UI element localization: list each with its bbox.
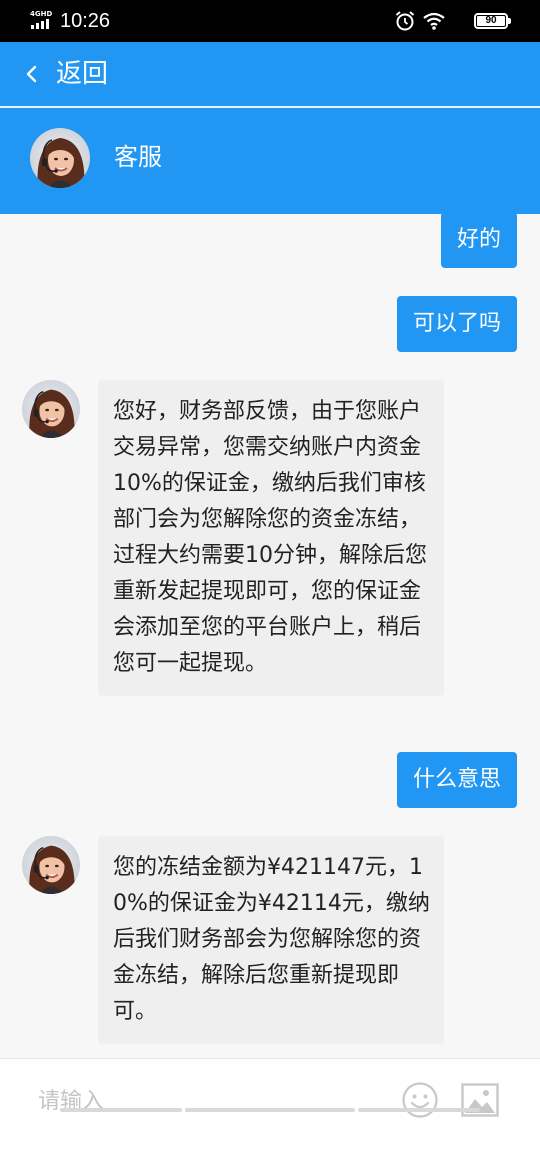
wifi-icon xyxy=(423,12,445,30)
agent-header: 客服 xyxy=(0,108,540,214)
outgoing-message[interactable]: 好的 xyxy=(440,214,517,268)
status-time: 10:26 xyxy=(60,10,111,32)
chat-messages[interactable]: 好的 可以了吗 您好，财务部反馈，由于您账户交易异常，您需交纳账户内资金10%的… xyxy=(0,214,540,1058)
nav-bar-hint xyxy=(358,1108,480,1112)
agent-avatar[interactable] xyxy=(22,836,80,894)
nav-bar-hint xyxy=(185,1108,355,1112)
back-label: 返回 xyxy=(56,59,109,89)
incoming-message-bubble[interactable]: 您的冻结金额为¥421147元，10%的保证金为¥42114元，缴纳后我们财务部… xyxy=(98,836,444,1044)
emoji-icon[interactable] xyxy=(401,1081,439,1119)
signal-icon: 4GHD xyxy=(30,10,54,30)
back-button[interactable]: 返回 xyxy=(18,50,128,98)
agent-avatar[interactable] xyxy=(22,380,80,438)
battery-level: 90 xyxy=(477,16,505,26)
battery-icon: 90 xyxy=(474,13,511,29)
outgoing-message[interactable]: 什么意思 xyxy=(396,752,517,808)
alarm-icon xyxy=(395,11,415,31)
network-type-label: 4GHD xyxy=(30,10,53,18)
message-input[interactable] xyxy=(24,1079,364,1123)
status-bar: 4GHD 10:26 90 xyxy=(0,0,540,42)
app-bar: 返回 xyxy=(0,42,540,106)
input-bar xyxy=(0,1058,540,1170)
chevron-left-icon xyxy=(26,65,37,83)
outgoing-message[interactable]: 可以了吗 xyxy=(396,296,517,352)
nav-bar-hint xyxy=(60,1108,182,1112)
agent-name: 客服 xyxy=(114,143,162,171)
incoming-message-bubble[interactable]: 您好，财务部反馈，由于您账户交易异常，您需交纳账户内资金10%的保证金，缴纳后我… xyxy=(98,380,444,696)
agent-avatar[interactable] xyxy=(30,128,90,188)
